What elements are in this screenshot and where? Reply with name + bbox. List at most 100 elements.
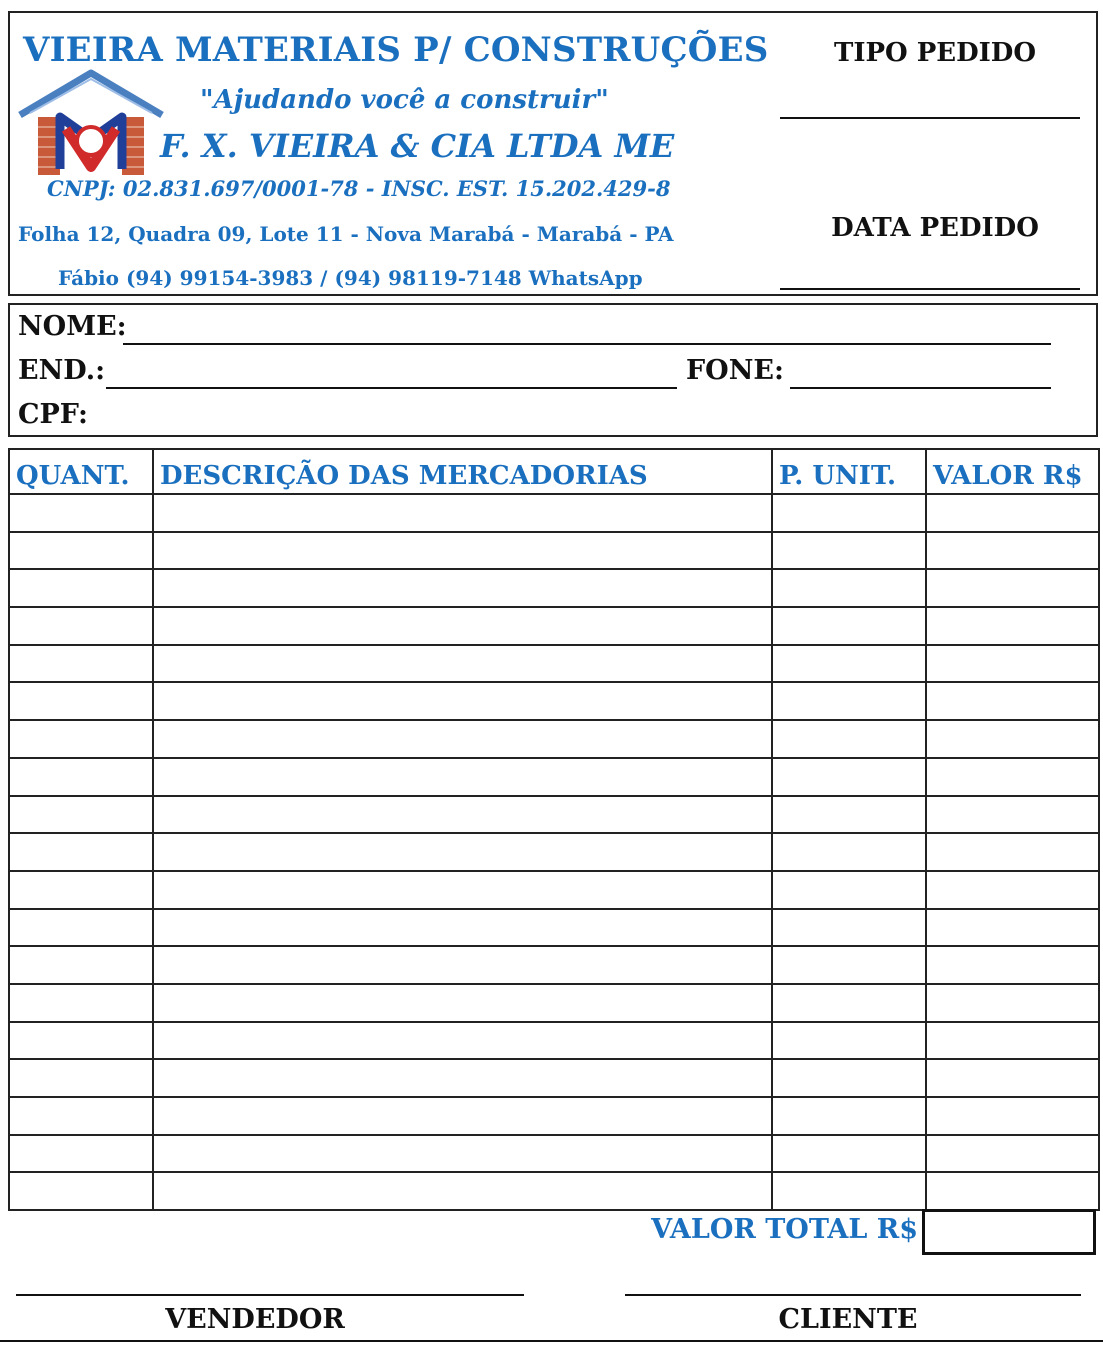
address-field[interactable] bbox=[106, 387, 677, 389]
description-cell[interactable] bbox=[152, 719, 773, 759]
quantity-cell[interactable] bbox=[8, 982, 154, 1023]
description-cell[interactable] bbox=[152, 530, 773, 571]
table-row bbox=[8, 1058, 1100, 1098]
unit-price-cell[interactable] bbox=[771, 1133, 927, 1174]
value-cell[interactable] bbox=[925, 681, 1100, 722]
value-cell[interactable] bbox=[925, 568, 1100, 609]
quantity-cell[interactable] bbox=[8, 907, 154, 948]
seller-signature-line[interactable] bbox=[16, 1294, 524, 1296]
table-row bbox=[8, 982, 1100, 1023]
description-cell[interactable] bbox=[152, 643, 773, 684]
quantity-cell[interactable] bbox=[8, 1171, 154, 1212]
quantity-cell[interactable] bbox=[8, 643, 154, 684]
quantity-cell[interactable] bbox=[8, 1020, 154, 1061]
table-row bbox=[8, 945, 1100, 985]
unit-price-cell[interactable] bbox=[771, 832, 927, 872]
description-cell[interactable] bbox=[152, 869, 773, 910]
total-value-field[interactable] bbox=[922, 1209, 1096, 1255]
unit-price-cell[interactable] bbox=[771, 756, 927, 797]
description-cell[interactable] bbox=[152, 907, 773, 948]
value-cell[interactable] bbox=[925, 493, 1100, 533]
unit-price-cell[interactable] bbox=[771, 794, 927, 835]
description-cell[interactable] bbox=[152, 1020, 773, 1061]
unit-price-cell[interactable] bbox=[771, 719, 927, 759]
quantity-cell[interactable] bbox=[8, 681, 154, 722]
unit-price-cell[interactable] bbox=[771, 1058, 927, 1098]
name-label: NOME: bbox=[18, 311, 127, 342]
value-cell[interactable] bbox=[925, 1058, 1100, 1098]
description-cell[interactable] bbox=[152, 1133, 773, 1174]
phone-field[interactable] bbox=[790, 387, 1051, 389]
description-cell[interactable] bbox=[152, 832, 773, 872]
value-cell[interactable] bbox=[925, 1020, 1100, 1061]
quantity-cell[interactable] bbox=[8, 832, 154, 872]
table-row bbox=[8, 530, 1100, 571]
unit-price-cell[interactable] bbox=[771, 568, 927, 609]
order-type-field[interactable] bbox=[780, 117, 1080, 119]
unit-price-cell[interactable] bbox=[771, 907, 927, 948]
value-cell[interactable] bbox=[925, 832, 1100, 872]
value-cell[interactable] bbox=[925, 530, 1100, 571]
description-cell[interactable] bbox=[152, 1096, 773, 1136]
unit-price-cell[interactable] bbox=[771, 1096, 927, 1136]
table-row bbox=[8, 493, 1100, 533]
table-row bbox=[8, 681, 1100, 722]
quantity-cell[interactable] bbox=[8, 719, 154, 759]
description-cell[interactable] bbox=[152, 982, 773, 1023]
unit-price-cell[interactable] bbox=[771, 643, 927, 684]
unit-price-cell[interactable] bbox=[771, 681, 927, 722]
unit-price-cell[interactable] bbox=[771, 945, 927, 985]
client-signature-line[interactable] bbox=[625, 1294, 1081, 1296]
value-cell[interactable] bbox=[925, 1171, 1100, 1212]
quantity-cell[interactable] bbox=[8, 568, 154, 609]
description-cell[interactable] bbox=[152, 945, 773, 985]
quantity-cell[interactable] bbox=[8, 756, 154, 797]
description-cell[interactable] bbox=[152, 493, 773, 533]
value-cell[interactable] bbox=[925, 907, 1100, 948]
value-cell[interactable] bbox=[925, 945, 1100, 985]
description-cell[interactable] bbox=[152, 681, 773, 722]
value-cell[interactable] bbox=[925, 982, 1100, 1023]
order-date-field[interactable] bbox=[780, 288, 1080, 290]
slogan: "Ajudando você a construir" bbox=[200, 85, 609, 115]
value-cell[interactable] bbox=[925, 1133, 1100, 1174]
value-cell[interactable] bbox=[925, 1096, 1100, 1136]
col-header-description: DESCRIÇÃO DAS MERCADORIAS bbox=[152, 448, 773, 495]
table-row bbox=[8, 719, 1100, 759]
quantity-cell[interactable] bbox=[8, 1133, 154, 1174]
value-cell[interactable] bbox=[925, 719, 1100, 759]
table-row bbox=[8, 756, 1100, 797]
value-cell[interactable] bbox=[925, 794, 1100, 835]
value-cell[interactable] bbox=[925, 606, 1100, 646]
quantity-cell[interactable] bbox=[8, 530, 154, 571]
value-cell[interactable] bbox=[925, 643, 1100, 684]
value-cell[interactable] bbox=[925, 756, 1100, 797]
unit-price-cell[interactable] bbox=[771, 869, 927, 910]
unit-price-cell[interactable] bbox=[771, 1020, 927, 1061]
legal-name: F. X. VIEIRA & CIA LTDA ME bbox=[160, 127, 675, 165]
quantity-cell[interactable] bbox=[8, 1058, 154, 1098]
client-label: CLIENTE bbox=[778, 1304, 918, 1335]
value-cell[interactable] bbox=[925, 869, 1100, 910]
quantity-cell[interactable] bbox=[8, 1096, 154, 1136]
name-field[interactable] bbox=[123, 343, 1051, 345]
order-type-label: TIPO PEDIDO bbox=[833, 38, 1037, 68]
quantity-cell[interactable] bbox=[8, 794, 154, 835]
quantity-cell[interactable] bbox=[8, 606, 154, 646]
unit-price-cell[interactable] bbox=[771, 530, 927, 571]
description-cell[interactable] bbox=[152, 568, 773, 609]
unit-price-cell[interactable] bbox=[771, 1171, 927, 1212]
quantity-cell[interactable] bbox=[8, 493, 154, 533]
description-cell[interactable] bbox=[152, 1171, 773, 1212]
description-cell[interactable] bbox=[152, 606, 773, 646]
company-phone: Fábio (94) 99154-3983 / (94) 98119-7148 … bbox=[58, 266, 643, 290]
description-cell[interactable] bbox=[152, 794, 773, 835]
unit-price-cell[interactable] bbox=[771, 982, 927, 1023]
unit-price-cell[interactable] bbox=[771, 606, 927, 646]
quantity-cell[interactable] bbox=[8, 869, 154, 910]
quantity-cell[interactable] bbox=[8, 945, 154, 985]
description-cell[interactable] bbox=[152, 1058, 773, 1098]
unit-price-cell[interactable] bbox=[771, 493, 927, 533]
description-cell[interactable] bbox=[152, 756, 773, 797]
cpf-label: CPF: bbox=[18, 399, 88, 430]
